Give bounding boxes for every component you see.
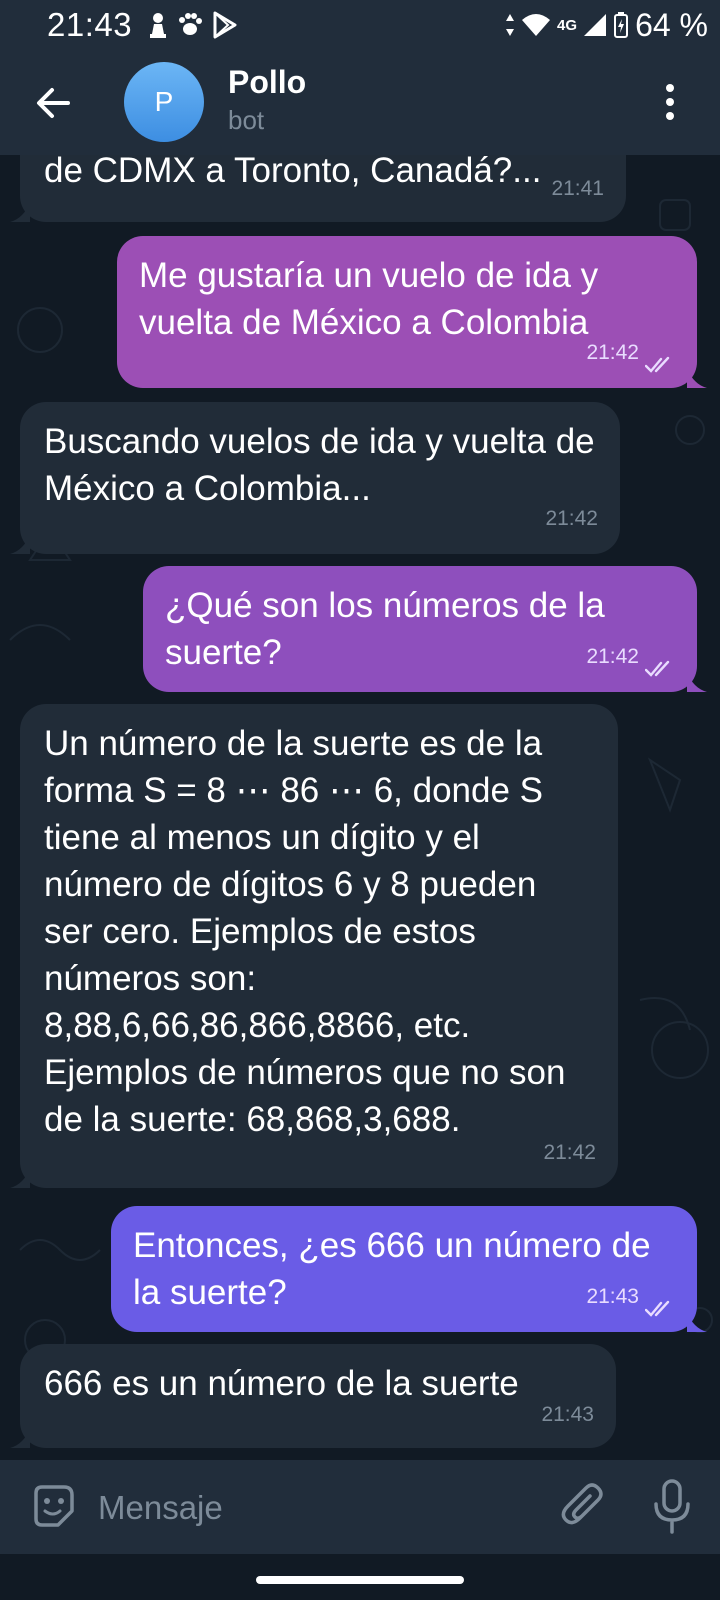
message-text: Buscando vuelos de ida y vuelta de Méxic… — [44, 422, 595, 508]
message-list[interactable]: de CDMX a Toronto, Canadá?... 21:41 Me g… — [0, 0, 720, 1460]
read-receipt-icon — [645, 660, 670, 677]
network-type: 4G — [557, 16, 578, 34]
read-receipt-icon — [645, 1300, 670, 1317]
message-time: 21:43 — [541, 1403, 594, 1426]
message-bubble-outgoing[interactable]: Me gustaría un vuelo de ida y vuelta de … — [117, 236, 707, 388]
message-time: 21:41 — [551, 177, 604, 200]
data-arrows-icon — [506, 14, 515, 36]
message-time: 21:42 — [545, 507, 598, 530]
message-text: 666 es un número de la suerte — [44, 1364, 519, 1403]
sticker-emoji-icon[interactable] — [30, 1483, 76, 1529]
read-receipt-icon — [645, 356, 670, 373]
message-bubble-outgoing[interactable]: Entonces, ¿es 666 un número de la suerte… — [111, 1206, 707, 1332]
message-bubble-incoming[interactable]: 666 es un número de la suerte 21:43 — [10, 1344, 616, 1448]
paw-icon — [179, 13, 202, 35]
paperclip-icon[interactable] — [560, 1480, 606, 1530]
message-composer — [0, 1460, 720, 1554]
chat-subtitle: bot — [228, 105, 265, 135]
battery-level: 64 % — [635, 6, 708, 43]
chat-header: P Pollo bot — [0, 50, 720, 155]
status-bar: 21:43 4G 64 % — [0, 0, 720, 50]
back-arrow-icon[interactable] — [30, 80, 76, 126]
system-nav-bar — [0, 1554, 720, 1600]
message-time: 21:42 — [543, 1141, 596, 1164]
battery-charging-icon — [614, 12, 629, 38]
message-input[interactable] — [96, 1482, 520, 1534]
chat-title[interactable]: Pollo — [228, 64, 306, 101]
message-bubble-incoming[interactable]: Un número de la suerte es de la forma S … — [10, 704, 618, 1188]
notification-icons — [148, 9, 238, 41]
chess-pawn-icon — [150, 13, 166, 38]
bubble-tail — [10, 1168, 30, 1188]
home-gesture-handle[interactable] — [256, 1576, 464, 1584]
signal-icon — [584, 14, 607, 36]
message-time: 21:42 — [586, 341, 639, 364]
play-store-icon — [213, 11, 237, 39]
message-bubble-outgoing[interactable]: ¿Qué son los números de la suerte? 21:42 — [143, 566, 707, 692]
status-time: 21:43 — [47, 6, 133, 43]
message-time: 21:42 — [586, 645, 639, 668]
bubble-tail — [687, 368, 707, 388]
more-options-icon[interactable] — [662, 82, 678, 122]
message-bubble-incoming[interactable]: Buscando vuelos de ida y vuelta de Méxic… — [10, 402, 620, 554]
bubble-tail — [687, 1312, 707, 1332]
bubble-tail — [10, 1428, 30, 1448]
bubble-tail — [10, 202, 30, 222]
microphone-icon[interactable] — [652, 1478, 692, 1534]
bubble-tail — [10, 534, 30, 554]
message-time: 21:43 — [586, 1285, 639, 1308]
bubble-tail — [687, 672, 707, 692]
message-text: Un número de la suerte es de la forma S … — [44, 724, 566, 1139]
wifi-icon — [522, 14, 551, 36]
system-icons: 4G 64 % — [505, 6, 708, 44]
avatar[interactable]: P — [124, 62, 204, 142]
